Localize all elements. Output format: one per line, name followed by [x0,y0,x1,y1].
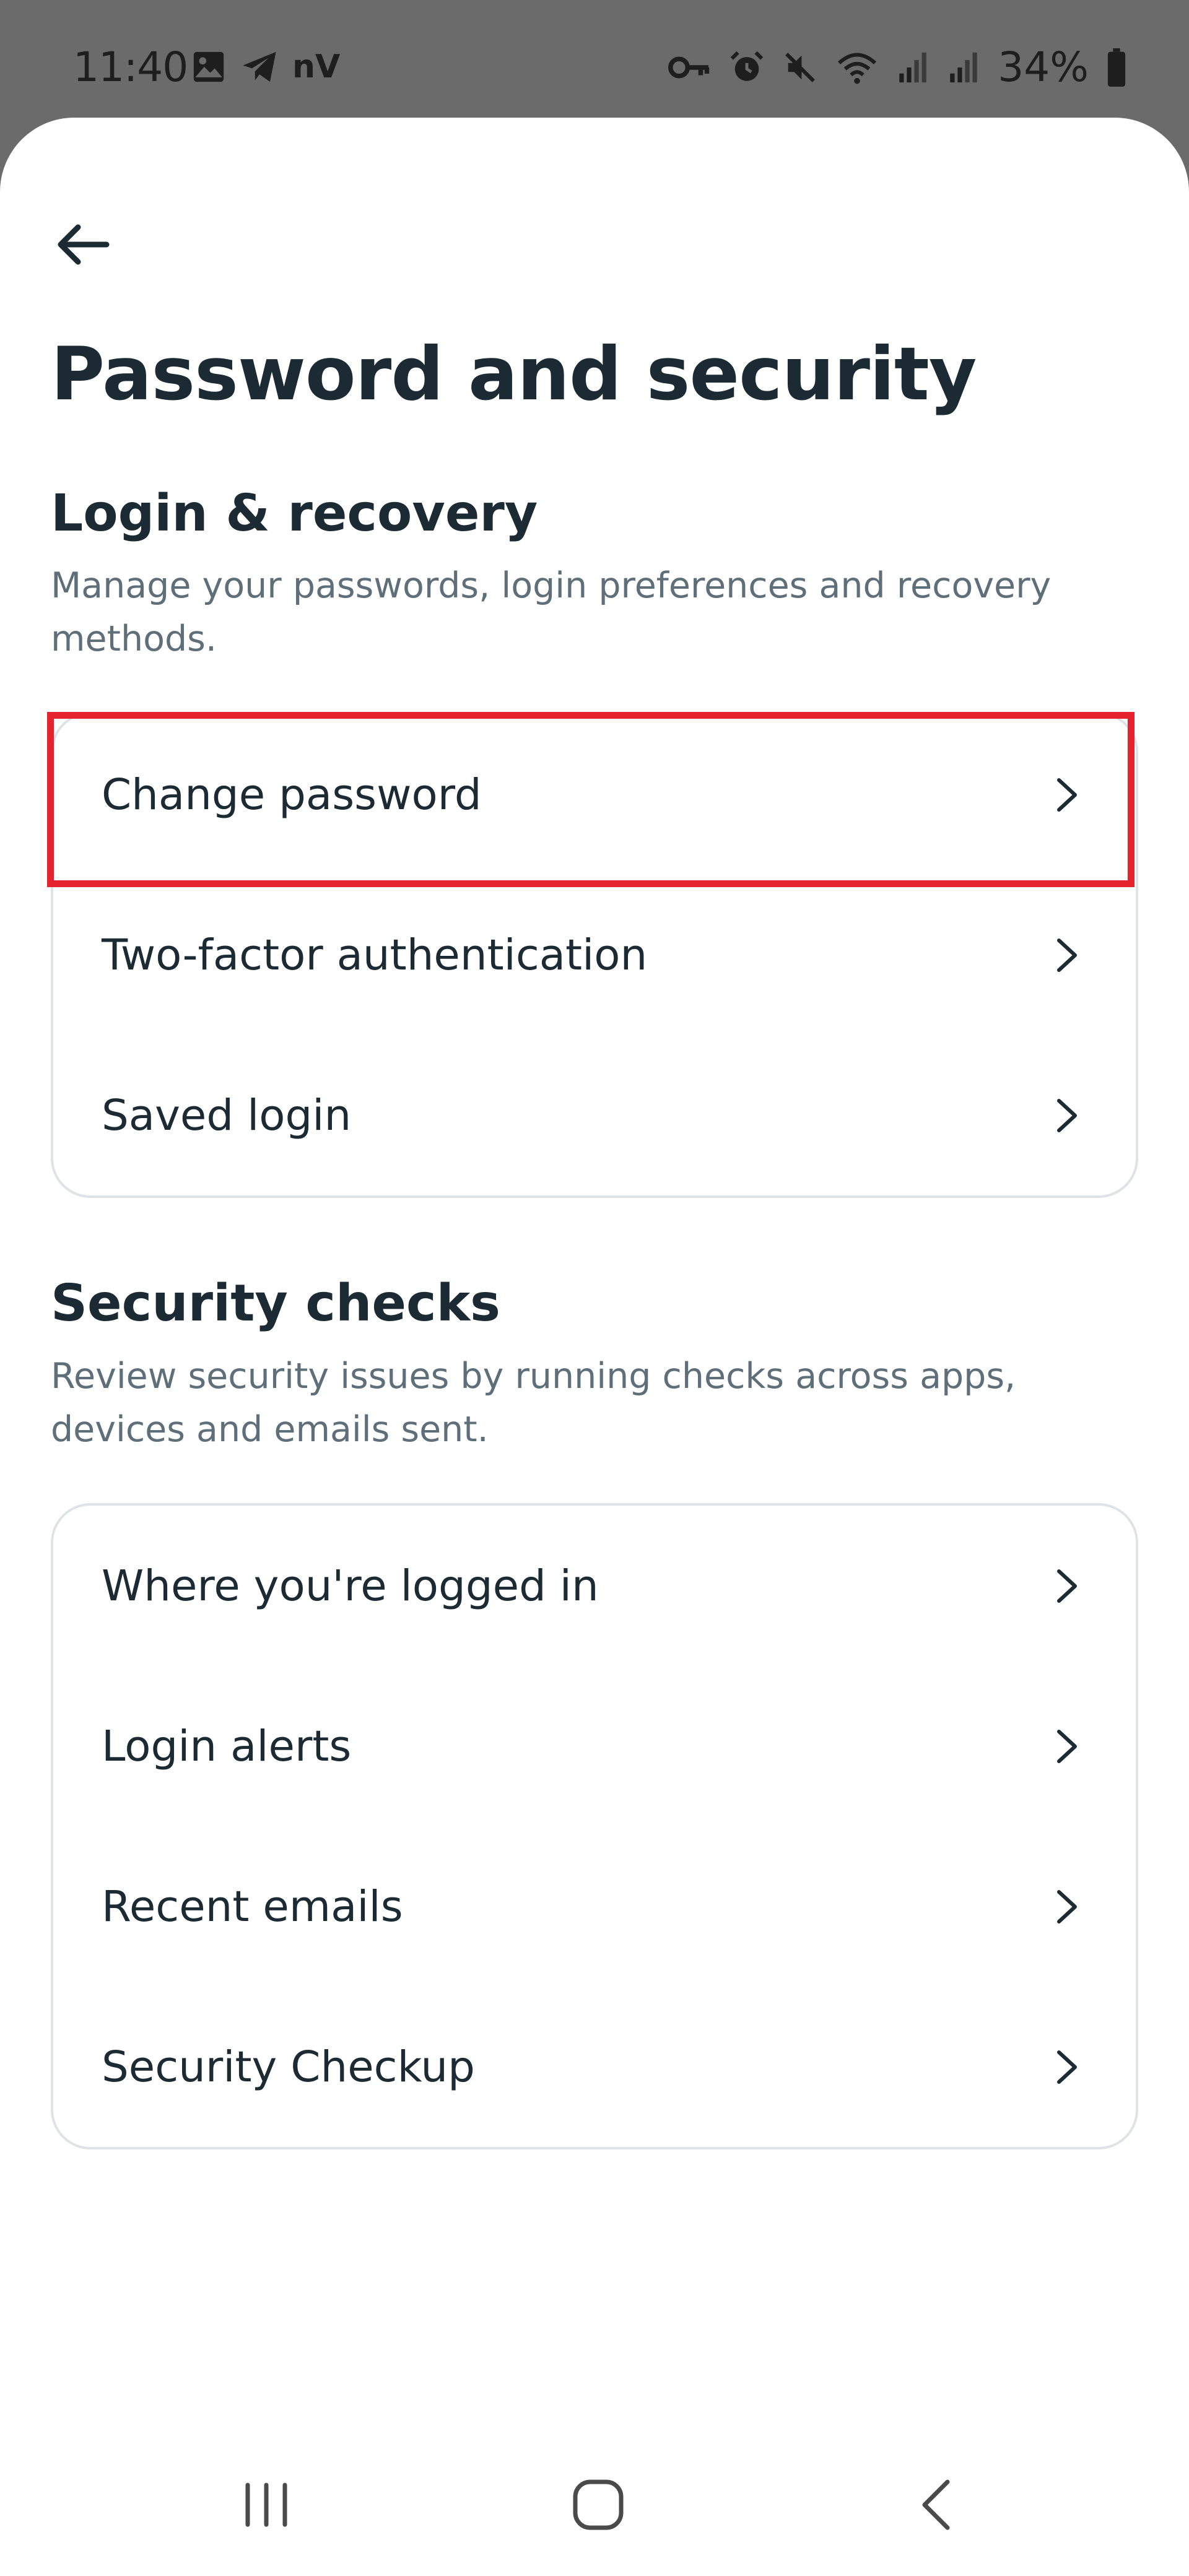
back-button[interactable] [48,210,116,279]
signal-icon-2 [950,52,978,82]
chevron-right-icon [1057,2050,1077,2084]
login-recovery-description: Manage your passwords, login preferences… [51,565,1052,659]
security-checks-title: Security checks [51,1274,500,1333]
wifi-icon [838,53,877,84]
login-alerts-row[interactable]: Login alerts [53,1666,1136,1826]
battery-icon [1107,48,1126,87]
arrow-left-icon [58,224,110,265]
recent-apps-icon [245,2483,287,2526]
home-button[interactable] [536,2433,660,2576]
where-logged-in-row[interactable]: Where you're logged in [53,1506,1136,1666]
row-label: Two-factor authentication [102,930,648,980]
back-icon [922,2479,950,2530]
row-label: Where you're logged in [102,1561,599,1611]
row-label: Login alerts [102,1721,352,1771]
chevron-right-icon [1057,938,1077,972]
security-checks-description: Review security issues by running checks… [51,1356,1016,1450]
change-password-row[interactable]: Change password [53,714,1136,875]
chevron-right-icon [1057,1729,1077,1763]
recent-emails-row[interactable]: Recent emails [53,1826,1136,1987]
key-icon [668,56,710,78]
chevron-right-icon [1057,778,1077,812]
row-label: Saved login [102,1090,352,1140]
status-right-icons: 34% [668,43,1127,91]
recent-apps-button[interactable] [204,2433,328,2576]
system-nav-bar [0,2433,1189,2576]
status-bar: 11:40 nV 34% [0,0,1189,124]
signal-icon [899,52,927,82]
page-title: Password and security [51,332,977,417]
row-label: Security Checkup [102,2042,475,2092]
chevron-right-icon [1057,1889,1077,1923]
row-label: Recent emails [102,1881,403,1932]
gallery-icon [193,51,224,82]
saved-login-row[interactable]: Saved login [53,1035,1136,1195]
battery-percent: 34% [998,43,1089,91]
mute-icon [785,52,816,82]
carrier-badge: nV [292,48,341,85]
nav-back-button[interactable] [873,2433,997,2576]
alarm-icon [730,51,764,81]
status-time: 11:40 [73,43,188,91]
chevron-right-icon [1057,1098,1077,1132]
two-factor-row[interactable]: Two-factor authentication [53,875,1136,1035]
login-recovery-card: Change password Two-factor authenticatio… [51,712,1138,1198]
home-icon [573,2479,624,2530]
row-label: Change password [102,770,482,820]
chevron-right-icon [1057,1569,1077,1603]
security-checks-card: Where you're logged in Login alerts Rece… [51,1503,1138,2149]
login-recovery-title: Login & recovery [51,484,538,543]
telegram-icon [243,51,276,82]
status-left-icons: nV [191,48,340,85]
security-checkup-row[interactable]: Security Checkup [53,1987,1136,2147]
